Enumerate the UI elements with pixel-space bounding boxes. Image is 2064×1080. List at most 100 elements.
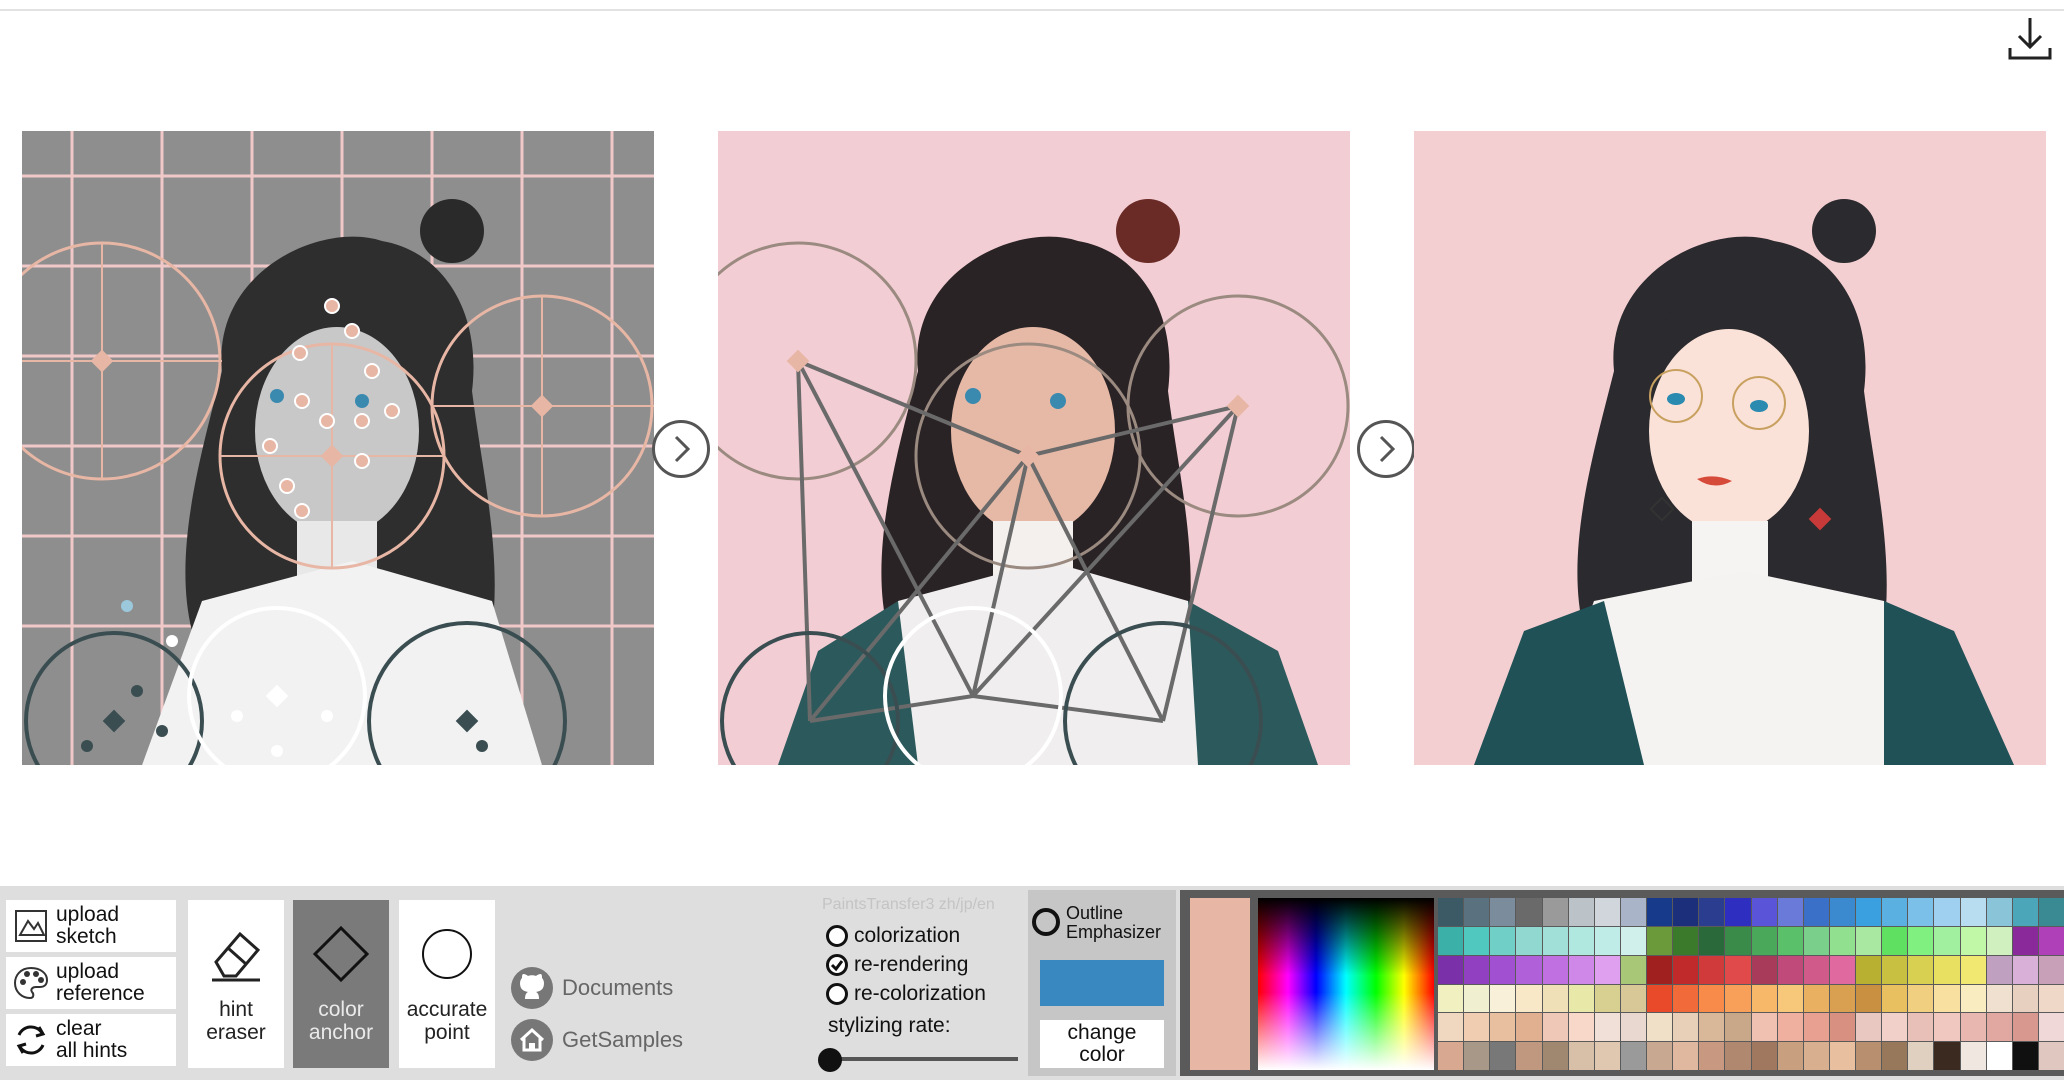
- color-swatch[interactable]: [1908, 955, 1934, 984]
- color-swatch[interactable]: [1647, 1013, 1673, 1042]
- color-anchor-button[interactable]: color anchor: [293, 900, 389, 1068]
- color-swatch[interactable]: [1803, 1013, 1829, 1042]
- color-swatch[interactable]: [1986, 984, 2012, 1013]
- color-swatch[interactable]: [1620, 955, 1646, 984]
- color-swatch[interactable]: [1620, 1013, 1646, 1042]
- color-swatch[interactable]: [1882, 955, 1908, 984]
- color-swatch[interactable]: [1856, 984, 1882, 1013]
- color-swatch[interactable]: [1934, 1042, 1960, 1070]
- radio-colorization[interactable]: colorization: [826, 924, 960, 948]
- color-swatch[interactable]: [1829, 955, 1855, 984]
- color-swatch[interactable]: [1516, 926, 1542, 955]
- color-swatch[interactable]: [1960, 926, 1986, 955]
- next-arrow-icon[interactable]: [1357, 420, 1415, 478]
- color-swatch[interactable]: [1986, 898, 2012, 926]
- color-swatch[interactable]: [1960, 984, 1986, 1013]
- color-swatch[interactable]: [1751, 955, 1777, 984]
- sketch-canvas[interactable]: [22, 131, 654, 765]
- accurate-point-button[interactable]: accurate point: [399, 900, 495, 1068]
- color-swatch[interactable]: [1751, 926, 1777, 955]
- color-swatch[interactable]: [1699, 955, 1725, 984]
- outline-emphasizer-toggle[interactable]: Outline Emphasizer: [1032, 904, 1161, 942]
- color-swatch[interactable]: [1986, 926, 2012, 955]
- get-samples-link[interactable]: GetSamples: [510, 1018, 683, 1062]
- color-swatch[interactable]: [1647, 898, 1673, 926]
- color-swatch[interactable]: [1882, 984, 1908, 1013]
- color-swatch[interactable]: [1438, 1042, 1464, 1070]
- color-swatch[interactable]: [1777, 955, 1803, 984]
- color-swatch[interactable]: [1803, 955, 1829, 984]
- color-swatch[interactable]: [1803, 926, 1829, 955]
- color-swatch[interactable]: [1934, 926, 1960, 955]
- color-swatch[interactable]: [1594, 984, 1620, 1013]
- color-swatch[interactable]: [1856, 1042, 1882, 1070]
- color-swatch[interactable]: [2012, 898, 2038, 926]
- color-swatch[interactable]: [1751, 984, 1777, 1013]
- color-swatch[interactable]: [1673, 955, 1699, 984]
- color-swatch[interactable]: [1620, 926, 1646, 955]
- slider-thumb[interactable]: [818, 1048, 842, 1072]
- color-swatch[interactable]: [1725, 898, 1751, 926]
- color-swatch[interactable]: [1490, 955, 1516, 984]
- color-swatch[interactable]: [1908, 1042, 1934, 1070]
- color-swatch[interactable]: [1594, 898, 1620, 926]
- color-swatch[interactable]: [1882, 1013, 1908, 1042]
- color-swatch[interactable]: [1516, 1013, 1542, 1042]
- color-swatch[interactable]: [1829, 898, 1855, 926]
- color-swatch[interactable]: [1673, 984, 1699, 1013]
- color-swatch[interactable]: [1568, 984, 1594, 1013]
- color-swatch[interactable]: [1725, 984, 1751, 1013]
- color-swatch[interactable]: [1856, 898, 1882, 926]
- color-swatch[interactable]: [1620, 1042, 1646, 1070]
- color-swatch[interactable]: [2038, 898, 2064, 926]
- color-swatch[interactable]: [1908, 1013, 1934, 1042]
- color-swatch[interactable]: [1516, 955, 1542, 984]
- color-swatch[interactable]: [1647, 955, 1673, 984]
- color-swatch[interactable]: [2038, 955, 2064, 984]
- color-swatch[interactable]: [2012, 1042, 2038, 1070]
- render-canvas[interactable]: [718, 131, 1350, 765]
- upload-sketch-button[interactable]: upload sketch: [6, 900, 176, 952]
- color-swatch[interactable]: [1934, 955, 1960, 984]
- color-swatch[interactable]: [2012, 926, 2038, 955]
- color-swatch[interactable]: [1751, 898, 1777, 926]
- color-swatch[interactable]: [1934, 984, 1960, 1013]
- color-swatch[interactable]: [1829, 926, 1855, 955]
- color-swatch[interactable]: [1882, 898, 1908, 926]
- color-swatch[interactable]: [1568, 926, 1594, 955]
- color-swatch[interactable]: [1856, 1013, 1882, 1042]
- color-swatch[interactable]: [1438, 984, 1464, 1013]
- color-swatch[interactable]: [1856, 926, 1882, 955]
- color-swatch[interactable]: [1699, 1013, 1725, 1042]
- color-swatch[interactable]: [1490, 984, 1516, 1013]
- color-swatch[interactable]: [1542, 926, 1568, 955]
- color-swatch[interactable]: [1777, 926, 1803, 955]
- color-swatch[interactable]: [1908, 926, 1934, 955]
- color-swatch[interactable]: [1725, 955, 1751, 984]
- color-swatch[interactable]: [1934, 898, 1960, 926]
- color-swatch[interactable]: [1725, 1013, 1751, 1042]
- color-swatch[interactable]: [1829, 1013, 1855, 1042]
- color-swatch[interactable]: [1464, 1013, 1490, 1042]
- color-swatch[interactable]: [1699, 984, 1725, 1013]
- color-swatch[interactable]: [1594, 1013, 1620, 1042]
- color-swatch[interactable]: [1856, 955, 1882, 984]
- color-swatch[interactable]: [1568, 1042, 1594, 1070]
- outline-color-swatch[interactable]: [1040, 960, 1164, 1006]
- color-swatch[interactable]: [1986, 1013, 2012, 1042]
- color-swatch[interactable]: [1777, 984, 1803, 1013]
- color-swatch[interactable]: [1490, 1042, 1516, 1070]
- color-swatch[interactable]: [1803, 1042, 1829, 1070]
- selected-color-swatch[interactable]: [1190, 898, 1250, 1070]
- color-swatch[interactable]: [1594, 1042, 1620, 1070]
- color-swatch[interactable]: [1960, 1013, 1986, 1042]
- color-swatch[interactable]: [1777, 898, 1803, 926]
- color-swatch[interactable]: [1960, 955, 1986, 984]
- color-swatch[interactable]: [1647, 926, 1673, 955]
- color-swatch[interactable]: [1620, 984, 1646, 1013]
- color-swatch[interactable]: [1647, 1042, 1673, 1070]
- download-icon[interactable]: [2006, 14, 2054, 62]
- color-swatch[interactable]: [1542, 984, 1568, 1013]
- color-swatch[interactable]: [1568, 1013, 1594, 1042]
- color-swatch[interactable]: [1751, 1042, 1777, 1070]
